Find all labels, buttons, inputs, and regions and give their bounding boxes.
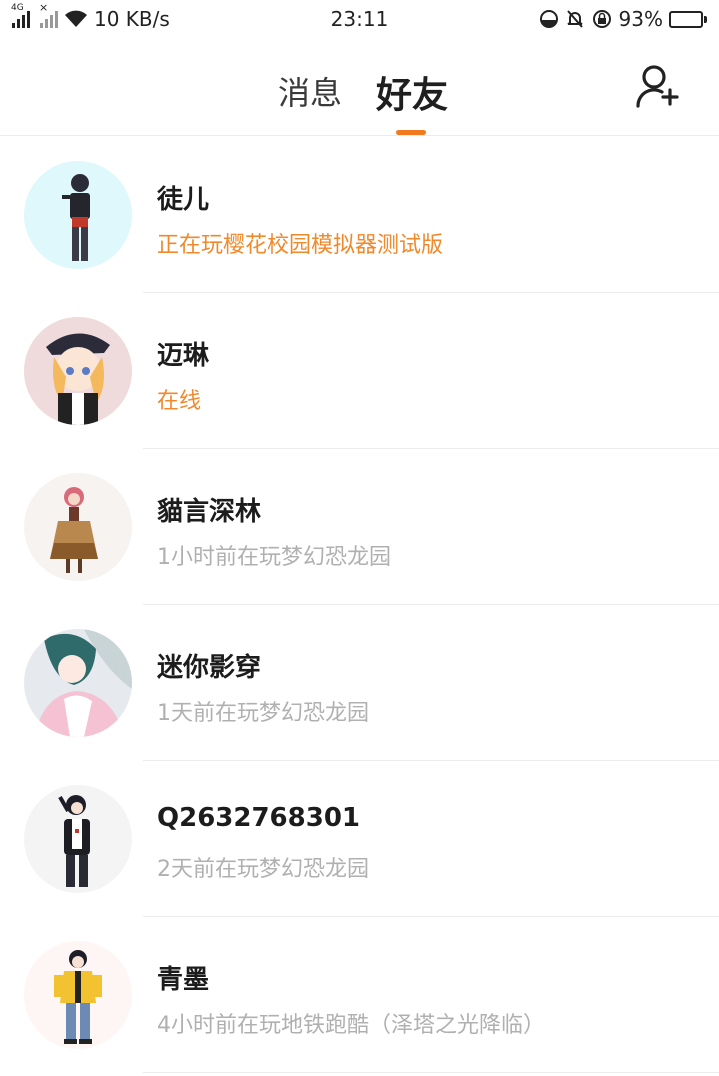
- data-saver-icon: [539, 10, 558, 28]
- network-type-label: 4G: [11, 3, 24, 13]
- friend-row[interactable]: 貓言深林 1小时前在玩梦幻恐龙园: [0, 449, 719, 605]
- status-left: 4G × 10 KB/s: [11, 1, 539, 31]
- avatar[interactable]: [24, 161, 132, 269]
- add-person-icon: [636, 65, 679, 108]
- status-bar: 4G × 10 KB/s 23:11 93%: [0, 0, 719, 38]
- friend-status: 2天前在玩梦幻恐龙园: [157, 857, 369, 882]
- avatar[interactable]: [24, 941, 132, 1049]
- friend-row[interactable]: Q2632768301 2天前在玩梦幻恐龙园: [0, 761, 719, 917]
- add-friend-button[interactable]: [634, 62, 682, 110]
- friend-name: 迈琳: [157, 341, 210, 371]
- friend-name: Q2632768301: [157, 803, 361, 833]
- signal-icon: 4G: [11, 3, 30, 28]
- friend-status: 正在玩樱花校园模拟器测试版: [157, 233, 444, 258]
- avatar[interactable]: [24, 629, 132, 737]
- friend-status: 1天前在玩梦幻恐龙园: [157, 701, 369, 726]
- selected-tab-indicator: [396, 130, 426, 135]
- signal-no-sim-icon: ×: [39, 1, 58, 28]
- status-right: 93%: [539, 7, 707, 31]
- divider: [143, 1072, 719, 1073]
- network-speed: 10 KB/s: [94, 7, 170, 31]
- bell-muted-icon: [566, 10, 583, 28]
- battery-icon: [669, 10, 707, 28]
- friend-name: 徒儿: [157, 185, 210, 215]
- rotation-lock-icon: [592, 10, 611, 28]
- avatar[interactable]: [24, 473, 132, 581]
- battery-percent: 93%: [618, 7, 663, 31]
- friend-row[interactable]: 青墨 4小时前在玩地铁跑酷（泽塔之光降临）: [0, 917, 719, 1073]
- friend-name: 貓言深林: [157, 497, 262, 527]
- avatar[interactable]: [24, 785, 132, 893]
- friend-status: 4小时前在玩地铁跑酷（泽塔之光降临）: [157, 1013, 545, 1038]
- friend-row[interactable]: 徒儿 正在玩樱花校园模拟器测试版: [0, 137, 719, 293]
- friend-name: 青墨: [157, 965, 210, 995]
- friend-status: 在线: [157, 389, 202, 414]
- friend-row[interactable]: 迷你影穿 1天前在玩梦幻恐龙园: [0, 605, 719, 761]
- avatar[interactable]: [24, 317, 132, 425]
- tab-friends[interactable]: 好友: [376, 66, 448, 118]
- tab-messages[interactable]: 消息: [278, 68, 342, 114]
- friend-row[interactable]: 迈琳 在线: [0, 293, 719, 449]
- wifi-icon: [65, 10, 87, 27]
- friend-list: 徒儿 正在玩樱花校园模拟器测试版 迈琳 在线 貓言深林 1小时前在玩梦幻恐龙园 …: [0, 137, 719, 1073]
- top-navigation: 消息 好友: [0, 38, 719, 136]
- friend-status: 1小时前在玩梦幻恐龙园: [157, 545, 391, 570]
- friend-name: 迷你影穿: [157, 653, 262, 683]
